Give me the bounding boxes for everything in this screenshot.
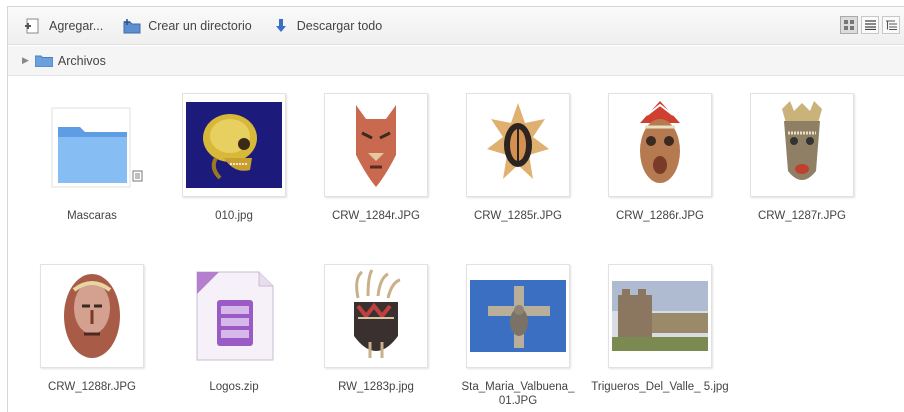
create-directory-button[interactable]: Crear un directorio — [123, 17, 252, 35]
image-thumbnail — [750, 93, 854, 197]
file-name: 010.jpg — [215, 210, 253, 222]
add-file-icon — [24, 17, 42, 35]
grid-icon — [844, 20, 854, 30]
file-name: Trigueros_Del_Valle_ 5.jpg — [591, 381, 729, 393]
breadcrumb-folder-label[interactable]: Archivos — [58, 54, 106, 68]
mask-oval-image — [64, 274, 120, 358]
image-thumbnail — [324, 93, 428, 197]
image-thumbnail — [182, 93, 286, 197]
mask-sun-image — [487, 103, 549, 179]
create-directory-label: Crear un directorio — [148, 18, 252, 33]
file-grid: Mascaras 010.jpg CRW_1284r.JPG CRW_1285r… — [8, 76, 904, 412]
tree-view-button[interactable] — [882, 16, 900, 34]
folder-icon — [34, 54, 53, 67]
icon-view-button[interactable] — [840, 16, 858, 34]
list-icon — [864, 20, 876, 30]
expand-triangle-icon[interactable]: ▶ — [22, 55, 29, 66]
folder-thumbnail — [40, 93, 144, 197]
download-arrow-icon — [272, 17, 290, 35]
view-switch — [837, 16, 900, 34]
file-name: CRW_1286r.JPG — [616, 210, 704, 222]
mask-brown-image — [782, 101, 822, 180]
image-thumbnail — [608, 93, 712, 197]
mask-tribal-image — [640, 101, 680, 183]
download-all-label: Descargar todo — [296, 18, 383, 33]
image-thumbnail — [608, 264, 712, 368]
mask-red-image — [356, 105, 396, 187]
crucifix-sky-image — [470, 280, 566, 352]
image-thumbnail — [466, 93, 570, 197]
image-thumbnail — [324, 264, 428, 368]
zip-archive-icon — [196, 271, 274, 361]
image-thumbnail — [40, 264, 144, 368]
toolbar: Agregar... Crear un directorio Descargar… — [8, 7, 904, 45]
file-name: RW_1283p.jpg — [338, 381, 414, 393]
castle-landscape-image — [612, 281, 708, 351]
breadcrumb: ▶ Archivos — [8, 46, 904, 76]
archive-thumbnail — [182, 264, 286, 368]
file-name: Mascaras — [67, 210, 117, 222]
file-name: CRW_1284r.JPG — [332, 210, 420, 222]
file-name: CRW_1287r.JPG — [758, 210, 846, 222]
add-label: Agregar... — [49, 18, 104, 33]
add-button[interactable]: Agregar... — [24, 17, 103, 35]
list-view-button[interactable] — [861, 16, 879, 34]
file-name: CRW_1288r.JPG — [48, 381, 136, 393]
large-folder-icon — [51, 107, 143, 188]
file-name: Sta_Maria_Valbuena_ 01.JPG — [461, 381, 575, 407]
new-folder-icon — [123, 17, 141, 35]
mask-feathers-image — [354, 269, 401, 358]
download-all-button[interactable]: Descargar todo — [272, 17, 382, 35]
image-thumbnail — [466, 264, 570, 368]
skull-xray-image — [186, 102, 282, 188]
tree-icon — [885, 20, 897, 30]
file-name: CRW_1285r.JPG — [474, 210, 562, 222]
file-name: Logos.zip — [209, 381, 259, 393]
